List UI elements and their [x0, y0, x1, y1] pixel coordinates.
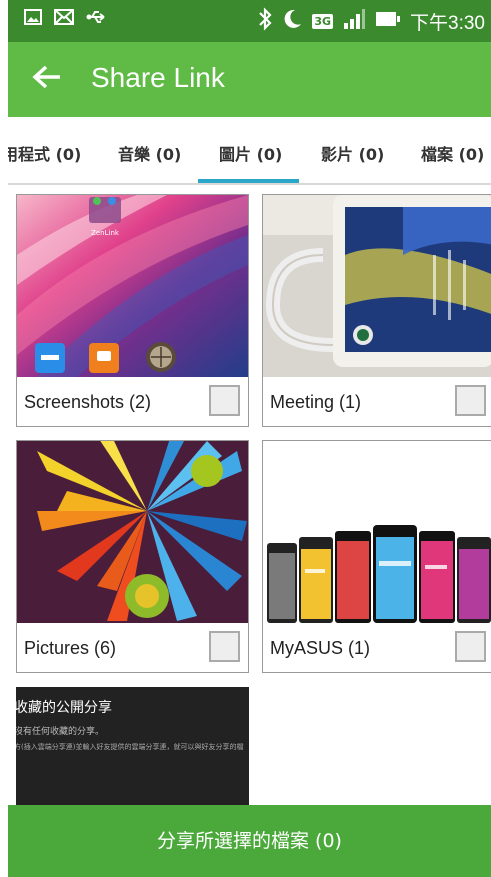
- folder-card-pictures[interactable]: Pictures (6): [16, 440, 249, 673]
- battery-icon: [375, 11, 401, 31]
- status-time: 下午3:30: [410, 12, 485, 34]
- folder-label: Screenshots (2): [24, 392, 152, 412]
- zenlink-label: ZenLink: [91, 229, 120, 237]
- share-selected-button[interactable]: 分享所選擇的檔案 (0): [8, 805, 491, 877]
- status-bar: 3G 下午3:30: [8, 0, 491, 42]
- image-icon: [24, 9, 42, 29]
- tab-files[interactable]: 檔案 (0): [421, 141, 484, 165]
- favorite-shares-empty-text: 沒有任何收藏的分享。: [16, 727, 105, 737]
- favorite-shares-title: 收藏的公開分享: [16, 700, 112, 716]
- category-tabs: 用程式 (0) 音樂 (0) 圖片 (0) 影片 (0) 檔案 (0): [8, 117, 491, 185]
- folder-card-screenshots[interactable]: ZenLink Screenshots (2): [16, 194, 249, 427]
- favorite-shares-hint-text: 方(插入雲端分享連)並輸入好友提供的雲端分享連，就可以與好友分享的檔: [16, 743, 244, 751]
- bluetooth-icon: [258, 7, 272, 35]
- folder-label: Meeting (1): [270, 392, 362, 412]
- tab-pictures[interactable]: 圖片 (0): [219, 141, 282, 165]
- folder-label: Pictures (6): [24, 638, 117, 658]
- mail-icon: [54, 9, 74, 29]
- app-frame: 3G 下午3:30 Share Link 用程式 (0) 音樂 (0) 圖片 (…: [8, 0, 491, 877]
- folder-checkbox[interactable]: [455, 385, 486, 416]
- usb-icon: [86, 9, 108, 29]
- folder-checkbox[interactable]: [209, 385, 240, 416]
- tab-apps[interactable]: 用程式 (0): [8, 141, 81, 165]
- meeting-thumbnail: [263, 195, 491, 377]
- page-title: Share Link: [91, 62, 225, 93]
- app-bar: Share Link: [8, 42, 491, 117]
- folder-card-myasus[interactable]: MyASUS (1): [262, 440, 491, 673]
- tab-music[interactable]: 音樂 (0): [118, 141, 181, 165]
- tab-videos[interactable]: 影片 (0): [321, 141, 384, 165]
- pictures-thumbnail: [17, 441, 248, 623]
- folder-label: MyASUS (1): [270, 638, 371, 658]
- back-button[interactable]: [28, 60, 66, 98]
- 3g-icon: 3G: [312, 13, 334, 29]
- signal-icon: [342, 8, 366, 34]
- arrow-back-icon: [32, 64, 62, 94]
- screenshots-thumbnail: ZenLink: [17, 195, 248, 377]
- folder-card-meeting[interactable]: Meeting (1): [262, 194, 491, 427]
- moon-icon: [281, 8, 303, 34]
- tab-indicator: [198, 179, 299, 183]
- favorite-shares-card[interactable]: 收藏的公開分享 沒有任何收藏的分享。 方(插入雲端分享連)並輸入好友提供的雲端分…: [16, 687, 249, 807]
- myasus-thumbnail: [263, 441, 491, 623]
- folder-checkbox[interactable]: [455, 631, 486, 662]
- folder-checkbox[interactable]: [209, 631, 240, 662]
